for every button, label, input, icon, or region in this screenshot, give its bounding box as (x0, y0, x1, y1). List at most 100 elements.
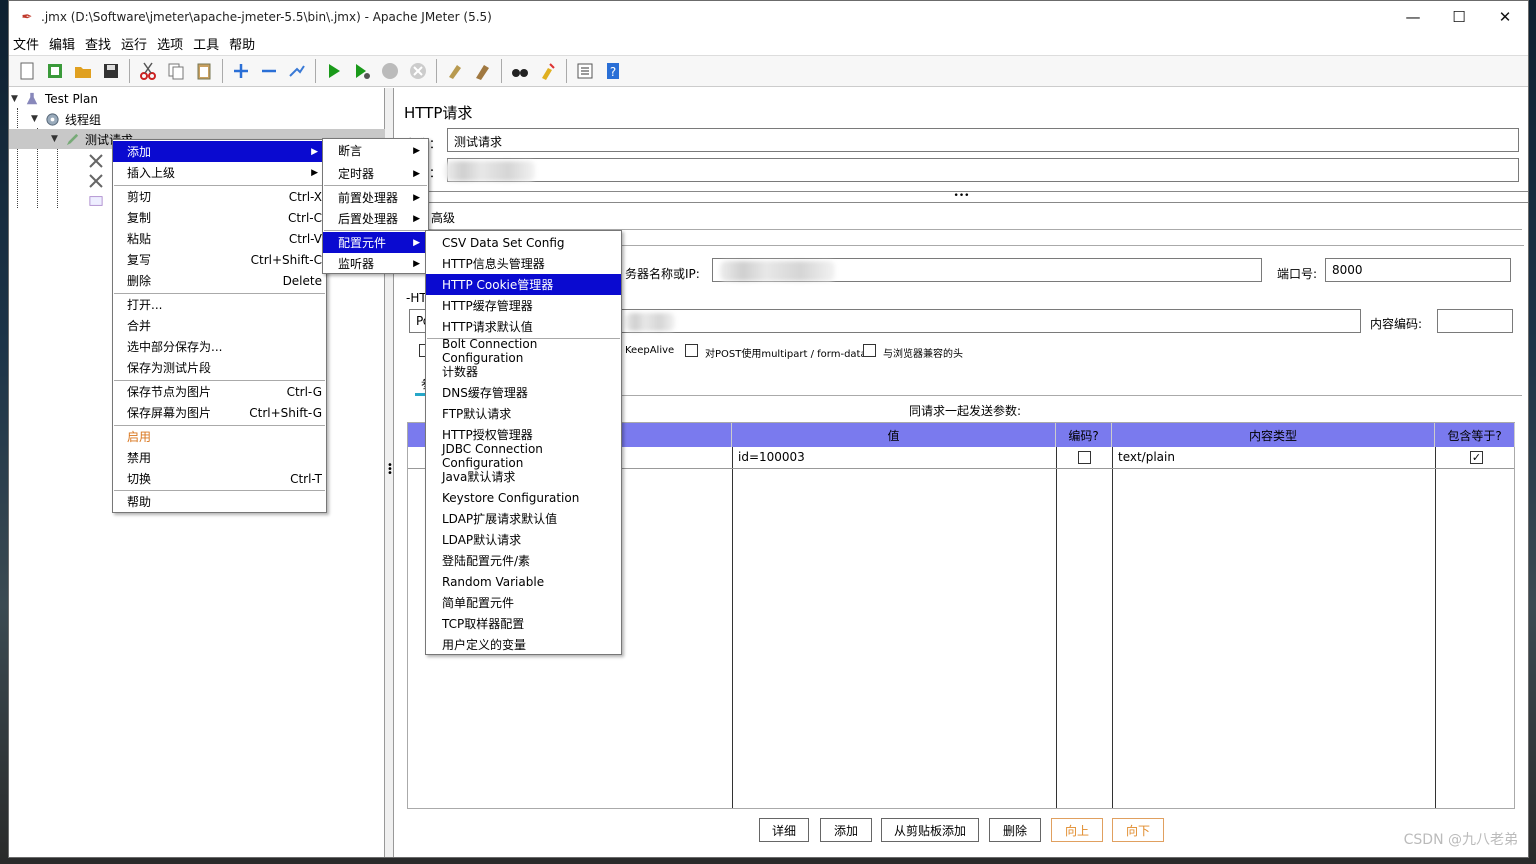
menu-options[interactable]: 选项 (153, 34, 189, 53)
expand-toggle-icon[interactable]: ▼ (31, 114, 43, 124)
param-value-cell[interactable]: id=100003 (738, 450, 805, 464)
add-from-clipboard-button[interactable]: 从剪贴板添加 (881, 818, 979, 842)
menu-item-cut[interactable]: 剪切 Ctrl-X (113, 186, 326, 207)
menu-item-duplicate[interactable]: 复写 Ctrl+Shift-C (113, 249, 326, 270)
config-menu-item[interactable]: Keystore Configuration (426, 487, 621, 508)
tree-node-child[interactable] (87, 151, 109, 171)
shutdown-icon[interactable] (405, 58, 431, 84)
menu-item-toggle[interactable]: 切换 Ctrl-T (113, 468, 326, 489)
menu-item-save-screen-image[interactable]: 保存屏幕为图片 Ctrl+Shift-G (113, 402, 326, 423)
paste-icon[interactable] (191, 58, 217, 84)
cut-icon[interactable] (135, 58, 161, 84)
port-field[interactable]: 8000 (1325, 258, 1511, 282)
col-header-value[interactable]: 值 (732, 423, 1056, 447)
expand-icon[interactable] (228, 58, 254, 84)
new-icon[interactable] (14, 58, 40, 84)
open-icon[interactable] (70, 58, 96, 84)
move-down-button[interactable]: 向下 (1112, 818, 1164, 842)
start-no-pause-icon[interactable] (349, 58, 375, 84)
menu-run[interactable]: 运行 (117, 34, 153, 53)
minimize-button[interactable]: — (1390, 1, 1436, 33)
advanced-tab[interactable]: 高级 (431, 209, 455, 226)
detail-button[interactable]: 详细 (759, 818, 809, 842)
config-menu-item[interactable]: TCP取样器配置 (426, 613, 621, 634)
splitter-grip[interactable]: • • • (387, 461, 393, 479)
menu-item-open[interactable]: 打开... (113, 294, 326, 315)
expand-toggle-icon[interactable]: ▼ (11, 94, 23, 104)
config-menu-item[interactable]: 用户定义的变量 (426, 634, 621, 655)
menu-item-save-fragment[interactable]: 保存为测试片段 (113, 357, 326, 378)
move-up-button[interactable]: 向上 (1051, 818, 1103, 842)
menu-item-copy[interactable]: 复制 Ctrl-C (113, 207, 326, 228)
help-icon[interactable]: ? (600, 58, 626, 84)
clear-all-icon[interactable] (470, 58, 496, 84)
menu-item-merge[interactable]: 合并 (113, 315, 326, 336)
save-icon[interactable] (98, 58, 124, 84)
menu-item-save-node-image[interactable]: 保存节点为图片 Ctrl-G (113, 381, 326, 402)
menu-item-add[interactable]: 添加 ▶ (113, 141, 326, 162)
tree-node-test-plan[interactable]: ▼ Test Plan (11, 89, 98, 109)
menu-file[interactable]: 文件 (9, 34, 45, 53)
expand-toggle-icon[interactable]: ▼ (51, 134, 63, 144)
config-menu-item[interactable]: DNS缓存管理器 (426, 382, 621, 403)
submenu-item-timers[interactable]: 定时器 ▶ (323, 163, 428, 184)
menu-item-help[interactable]: 帮助 (113, 491, 326, 512)
toggle-icon[interactable] (284, 58, 310, 84)
menu-item-insert-parent[interactable]: 插入上级 ▶ (113, 162, 326, 183)
stop-icon[interactable] (377, 58, 403, 84)
config-menu-item[interactable]: LDAP默认请求 (426, 529, 621, 550)
browser-headers-checkbox[interactable] (863, 344, 876, 357)
config-menu-item[interactable]: HTTP Cookie管理器 (426, 274, 621, 295)
col-header-include-equals[interactable]: 包含等于? (1435, 423, 1515, 447)
menu-item-delete[interactable]: 删除 Delete (113, 270, 326, 291)
multipart-checkbox[interactable] (685, 344, 698, 357)
param-content-type-cell[interactable]: text/plain (1118, 450, 1175, 464)
config-menu-item[interactable]: Bolt Connection Configuration (426, 337, 621, 365)
config-menu-item[interactable]: 计数器 (426, 361, 621, 382)
start-icon[interactable] (321, 58, 347, 84)
config-menu-item[interactable]: Random Variable (426, 571, 621, 592)
add-button[interactable]: 添加 (820, 818, 872, 842)
config-menu-item[interactable]: 登陆配置元件/素 (426, 550, 621, 571)
comment-field[interactable] (447, 158, 1519, 182)
delete-button[interactable]: 删除 (989, 818, 1041, 842)
config-menu-item[interactable]: HTTP缓存管理器 (426, 295, 621, 316)
section-divider[interactable]: ••• (395, 191, 1528, 203)
menu-search[interactable]: 查找 (81, 34, 117, 53)
submenu-item-listeners[interactable]: 监听器 ▶ (323, 253, 428, 274)
tree-node-child[interactable] (87, 191, 109, 211)
config-menu-item[interactable]: 简单配置元件 (426, 592, 621, 613)
menu-item-paste[interactable]: 粘贴 Ctrl-V (113, 228, 326, 249)
close-button[interactable]: ✕ (1482, 1, 1528, 33)
menu-tools[interactable]: 工具 (189, 34, 225, 53)
config-menu-item[interactable]: LDAP扩展请求默认值 (426, 508, 621, 529)
collapse-icon[interactable] (256, 58, 282, 84)
config-menu-item[interactable]: HTTP请求默认值 (426, 316, 621, 337)
reset-search-icon[interactable] (535, 58, 561, 84)
maximize-button[interactable]: ☐ (1436, 1, 1482, 33)
config-menu-item[interactable]: Java默认请求 (426, 466, 621, 487)
menu-item-disable[interactable]: 禁用 (113, 447, 326, 468)
menu-help[interactable]: 帮助 (225, 34, 261, 53)
config-menu-item[interactable]: FTP默认请求 (426, 403, 621, 424)
search-icon[interactable] (507, 58, 533, 84)
config-menu-item[interactable]: HTTP信息头管理器 (426, 253, 621, 274)
submenu-item-config-elements[interactable]: 配置元件 ▶ (323, 232, 428, 253)
menu-edit[interactable]: 编辑 (45, 34, 81, 53)
tree-node-child[interactable] (87, 171, 109, 191)
function-helper-icon[interactable] (572, 58, 598, 84)
col-header-encode[interactable]: 编码? (1056, 423, 1112, 447)
menu-item-save-selection[interactable]: 选中部分保存为... (113, 336, 326, 357)
param-include-equals-checkbox[interactable]: ✓ (1470, 451, 1483, 464)
copy-icon[interactable] (163, 58, 189, 84)
param-encode-checkbox[interactable] (1078, 451, 1091, 464)
tree-node-thread-group[interactable]: ▼ 线程组 (31, 109, 101, 129)
name-field[interactable]: 测试请求 (447, 128, 1519, 152)
config-menu-item[interactable]: JDBC Connection Configuration (426, 442, 621, 470)
config-menu-item[interactable]: CSV Data Set Config (426, 232, 621, 253)
submenu-item-post-processors[interactable]: 后置处理器 ▶ (323, 208, 428, 229)
templates-icon[interactable] (42, 58, 68, 84)
col-header-content-type[interactable]: 内容类型 (1112, 423, 1435, 447)
encoding-field[interactable] (1437, 309, 1513, 333)
clear-icon[interactable] (442, 58, 468, 84)
